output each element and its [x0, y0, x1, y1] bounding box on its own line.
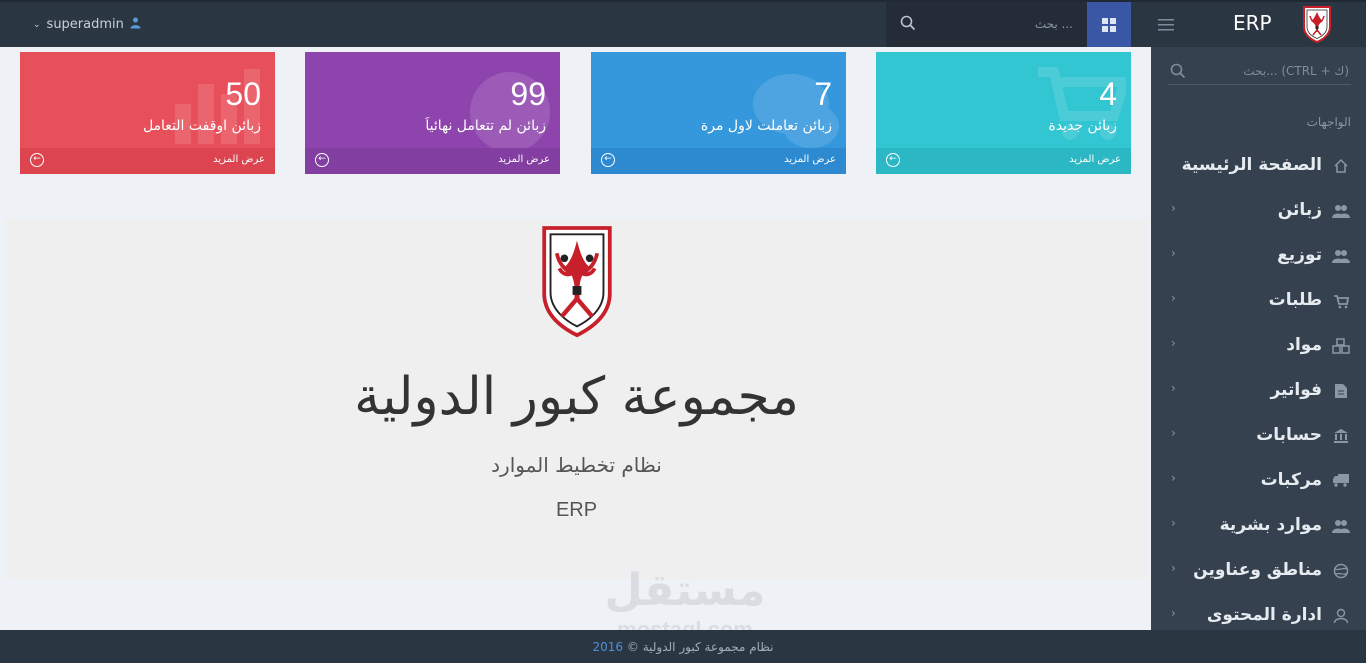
- sidebar: بحث... (CTRL + ك) الواجهات الصفحة الرئيس…: [1151, 47, 1366, 630]
- tile-footer[interactable]: عرض المزيد ←: [305, 148, 560, 174]
- chevron-left-icon[interactable]: ‹: [1171, 516, 1176, 530]
- cubes-icon: [1332, 338, 1350, 356]
- chevron-left-icon[interactable]: ‹: [1171, 291, 1176, 305]
- chevron-left-icon[interactable]: ‹: [1171, 201, 1176, 215]
- sidebar-item[interactable]: زبائن ‹: [1151, 193, 1366, 237]
- stat-tile-new-customers[interactable]: 4 زبائن جديدة عرض المزيد ←: [876, 52, 1131, 174]
- sidebar-item[interactable]: حسابات ‹: [1151, 418, 1366, 462]
- chevron-left-icon[interactable]: ‹: [1171, 381, 1176, 395]
- hamburger-icon: [1158, 18, 1174, 30]
- watermark: مستقل mostaql.com: [600, 565, 770, 642]
- top-bar: ⌄ superadmin بحث ... ERP: [0, 0, 1366, 47]
- footer: نظام مجموعة كبور الدولية © 2016: [0, 630, 1366, 663]
- search-icon[interactable]: [1170, 63, 1186, 83]
- user-menu[interactable]: ⌄ superadmin: [33, 17, 141, 32]
- tile-footer[interactable]: عرض المزيد ←: [876, 148, 1131, 174]
- company-logo: [539, 223, 615, 343]
- chevron-down-icon: ⌄: [33, 19, 41, 30]
- sidebar-toggle-button[interactable]: [1131, 2, 1201, 47]
- truck-icon: [1332, 473, 1350, 491]
- chevron-left-icon[interactable]: ‹: [1171, 246, 1176, 260]
- sidebar-item-label: توزيع: [1277, 245, 1322, 265]
- file-icon: [1332, 383, 1350, 401]
- tile-footer[interactable]: عرض المزيد ←: [20, 148, 275, 174]
- erp-label: ERP: [555, 499, 598, 521]
- company-name: مجموعة كبور الدولية: [354, 367, 799, 427]
- sidebar-item[interactable]: مركبات ‹: [1151, 463, 1366, 507]
- sidebar-item[interactable]: مناطق وعناوين ‹: [1151, 553, 1366, 597]
- tile-number: 99: [510, 76, 546, 112]
- watermark-arabic: مستقل: [604, 565, 766, 616]
- user-group-icon: [130, 17, 141, 32]
- globe-icon: [1332, 563, 1350, 581]
- bank-icon: [1332, 428, 1350, 446]
- arrow-circle-icon[interactable]: ←: [315, 153, 329, 167]
- more-link[interactable]: عرض المزيد: [1069, 154, 1121, 165]
- sidebar-item-label: الصفحة الرئيسية: [1181, 155, 1322, 175]
- arrow-circle-icon[interactable]: ←: [30, 153, 44, 167]
- sidebar-item-label: فواتير: [1270, 380, 1322, 400]
- grid-icon: [1102, 17, 1116, 32]
- top-search[interactable]: بحث ...: [886, 2, 1087, 47]
- footer-text: نظام مجموعة كبور الدولية © 2016: [0, 640, 1366, 654]
- search-input[interactable]: بحث ...: [1035, 17, 1073, 31]
- sidebar-item-label: طلبات: [1268, 290, 1322, 310]
- cart-icon: [1332, 293, 1350, 311]
- apps-button[interactable]: [1087, 2, 1131, 47]
- sidebar-item-label: مناطق وعناوين: [1193, 560, 1322, 580]
- sidebar-heading: الواجهات: [1306, 115, 1351, 129]
- users-icon: [1332, 248, 1350, 266]
- users-icon: [1332, 203, 1350, 221]
- sidebar-item[interactable]: الصفحة الرئيسية: [1151, 148, 1366, 192]
- search-icon[interactable]: [900, 15, 916, 35]
- sidebar-item[interactable]: فواتير ‹: [1151, 373, 1366, 417]
- sidebar-item[interactable]: توزيع ‹: [1151, 238, 1366, 282]
- tile-number: 4: [1099, 76, 1117, 112]
- sidebar-item-label: حسابات: [1256, 425, 1322, 445]
- sidebar-item[interactable]: مواد ‹: [1151, 328, 1366, 372]
- system-subtitle: نظام تخطيط الموارد: [491, 453, 662, 477]
- sidebar-search[interactable]: بحث... (CTRL + ك): [1168, 59, 1351, 85]
- more-link[interactable]: عرض المزيد: [784, 154, 836, 165]
- user-icon: [1332, 608, 1350, 626]
- tile-label: زبائن لم تتعامل نهائياَ: [425, 118, 546, 134]
- chevron-left-icon[interactable]: ‹: [1171, 426, 1176, 440]
- stat-tile-stopped-customers[interactable]: 50 زبائن اوقفت التعامل عرض المزيد ←: [20, 52, 275, 174]
- username: superadmin: [46, 17, 124, 32]
- users-icon: [1332, 518, 1350, 536]
- stat-tile-never-dealt-customers[interactable]: 99 زبائن لم تتعامل نهائياَ عرض المزيد ←: [305, 52, 560, 174]
- tile-number: 7: [814, 76, 832, 112]
- sidebar-item-label: مواد: [1286, 335, 1322, 355]
- tile-footer[interactable]: عرض المزيد ←: [591, 148, 846, 174]
- sidebar-item-label: مركبات: [1260, 470, 1322, 490]
- tile-label: زبائن تعاملت لاول مرة: [700, 118, 832, 134]
- sidebar-item[interactable]: موارد بشرية ‹: [1151, 508, 1366, 552]
- sidebar-item-label: زبائن: [1277, 200, 1322, 220]
- tile-label: زبائن جديدة: [1048, 118, 1117, 134]
- home-icon: [1332, 158, 1350, 176]
- footer-year[interactable]: 2016: [593, 640, 624, 654]
- footer-copyright: نظام مجموعة كبور الدولية ©: [626, 640, 774, 654]
- welcome-panel: مجموعة كبور الدولية نظام تخطيط الموارد E…: [5, 219, 1148, 579]
- chevron-left-icon[interactable]: ‹: [1171, 336, 1176, 350]
- tile-label: زبائن اوقفت التعامل: [142, 118, 261, 134]
- logo[interactable]: [1302, 5, 1332, 47]
- sidebar-item[interactable]: طلبات ‹: [1151, 283, 1366, 327]
- chevron-left-icon[interactable]: ‹: [1171, 606, 1176, 620]
- chevron-left-icon[interactable]: ‹: [1171, 471, 1176, 485]
- more-link[interactable]: عرض المزيد: [213, 154, 265, 165]
- stat-tile-first-time-customers[interactable]: 7 زبائن تعاملت لاول مرة عرض المزيد ←: [591, 52, 846, 174]
- brand-title[interactable]: ERP: [1233, 11, 1272, 35]
- more-link[interactable]: عرض المزيد: [498, 154, 550, 165]
- arrow-circle-icon[interactable]: ←: [886, 153, 900, 167]
- sidebar-item-label: موارد بشرية: [1219, 515, 1322, 535]
- tile-number: 50: [225, 76, 261, 112]
- arrow-circle-icon[interactable]: ←: [601, 153, 615, 167]
- sidebar-search-input[interactable]: بحث... (CTRL + ك): [1243, 64, 1349, 78]
- sidebar-item-label: ادارة المحتوى: [1206, 605, 1322, 625]
- chevron-left-icon[interactable]: ‹: [1171, 561, 1176, 575]
